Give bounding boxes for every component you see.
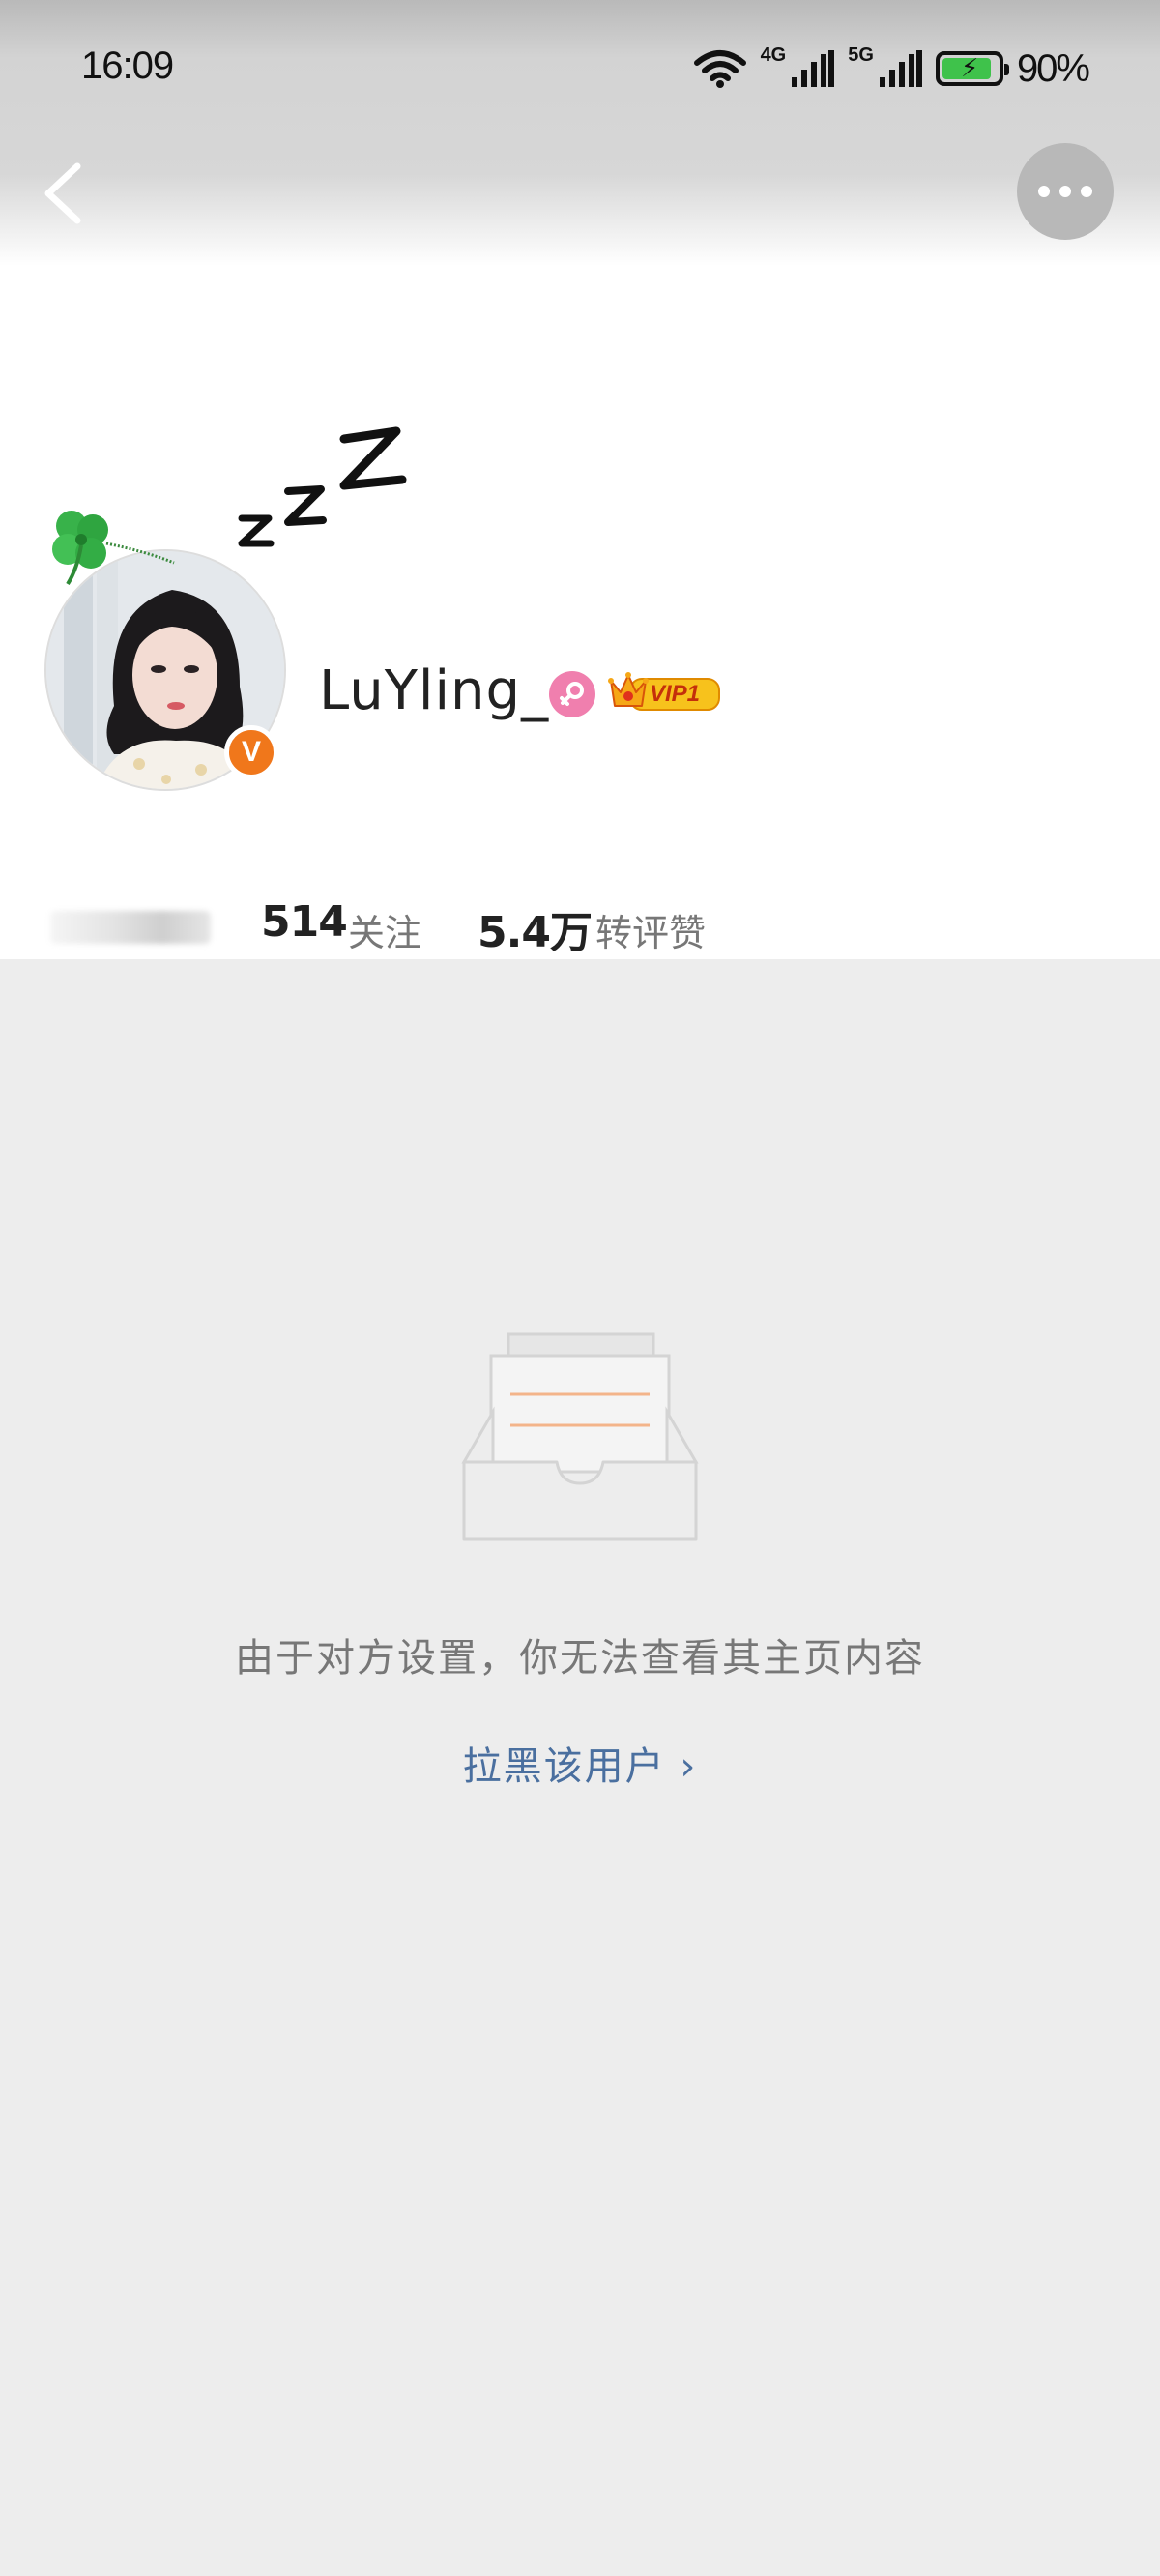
following-count[interactable]: 514: [261, 897, 348, 947]
fans-count-obscured: [50, 911, 211, 944]
likes-label[interactable]: 转评赞: [595, 903, 706, 956]
vip-label: VIP1: [650, 681, 701, 707]
clover-icon: [52, 511, 175, 586]
back-button[interactable]: [35, 155, 93, 232]
chevron-left-icon: [44, 162, 81, 224]
likes-count[interactable]: 5.4万: [478, 897, 593, 959]
status-bar: 16:09 4G 5G ⚡ 90%: [0, 0, 1160, 135]
network-type-label: 5G: [848, 44, 874, 66]
zzz-sleep-icon: [238, 426, 407, 547]
female-symbol: [560, 682, 584, 706]
network-type-label: 4G: [760, 44, 787, 66]
verified-badge: V: [224, 725, 278, 779]
status-time: 16:09: [81, 44, 174, 87]
username: LuYling_: [319, 659, 550, 722]
female-icon: [549, 671, 595, 717]
battery-charging-icon: ⚡: [935, 51, 1009, 86]
battery-tip: [1003, 64, 1009, 75]
wifi-icon: [693, 50, 746, 88]
bolt-icon: ⚡: [960, 54, 979, 83]
more-dot: [1059, 186, 1071, 197]
signal-icon: [879, 50, 922, 87]
following-label[interactable]: 关注: [348, 903, 421, 956]
status-icons: 4G 5G ⚡ 90%: [693, 44, 1090, 93]
signal-icon: [792, 50, 835, 87]
more-horizontal-icon: [1038, 186, 1050, 197]
block-user-link[interactable]: 拉黑该用户 ›: [0, 1735, 1160, 1791]
empty-state-message: 由于对方设置，你无法查看其主页内容: [235, 1636, 925, 1681]
more-dot: [1081, 186, 1092, 197]
battery-percent: 90%: [1016, 46, 1090, 90]
profile-header: [0, 0, 1160, 959]
more-options-button[interactable]: [1017, 143, 1114, 240]
empty-inbox-icon: [461, 1332, 699, 1541]
